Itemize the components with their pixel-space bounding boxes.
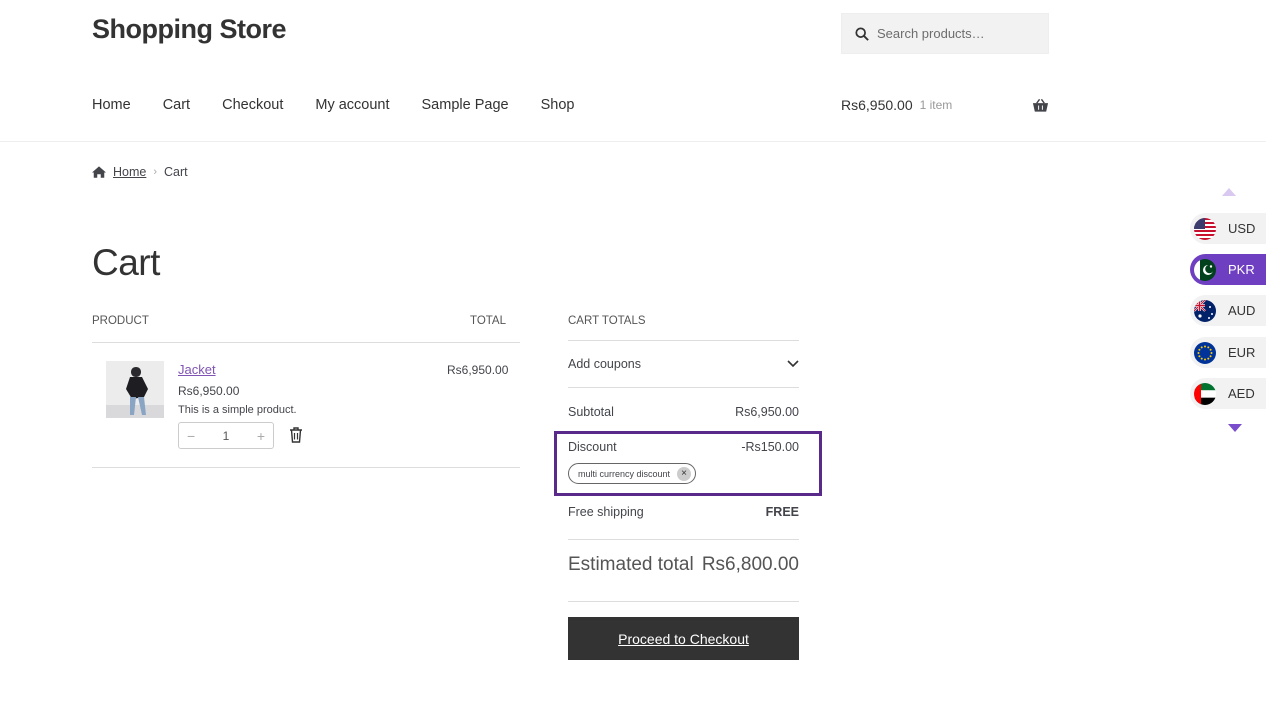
quantity-increase-button[interactable]: +	[257, 428, 265, 444]
add-coupons-label: Add coupons	[568, 357, 641, 371]
site-title[interactable]: Shopping Store	[92, 14, 286, 45]
currency-code: USD	[1228, 221, 1256, 236]
mini-cart-count: 1 item	[919, 98, 953, 112]
currency-item-aed[interactable]: AED	[1190, 378, 1266, 409]
subtotal-row: Subtotal Rs6,950.00	[568, 405, 799, 419]
chevron-up-icon[interactable]	[1222, 188, 1236, 196]
quantity-value[interactable]: 1	[223, 429, 230, 443]
nav-item-cart[interactable]: Cart	[163, 97, 190, 113]
discount-row: Discount -Rs150.00	[568, 440, 799, 454]
nav-item-home[interactable]: Home	[92, 97, 131, 113]
shipping-row: Free shipping FREE	[568, 505, 799, 519]
nav-item-shop[interactable]: Shop	[541, 97, 575, 113]
quantity-decrease-button[interactable]: −	[187, 428, 195, 444]
currency-item-eur[interactable]: EUR	[1190, 337, 1266, 368]
table-divider	[92, 467, 520, 468]
coupon-chip: multi currency discount ×	[568, 463, 697, 484]
estimated-total-label: Estimated total	[568, 554, 694, 575]
quantity-stepper[interactable]: − 1 +	[178, 422, 274, 449]
home-icon	[92, 166, 106, 178]
totals-divider	[568, 539, 799, 540]
product-line-total: Rs6,950.00	[447, 363, 509, 377]
breadcrumb-separator: ›	[153, 166, 158, 178]
estimated-total-value: Rs6,800.00	[701, 554, 799, 575]
chevron-down-icon[interactable]	[1228, 424, 1242, 432]
nav-item-checkout[interactable]: Checkout	[222, 97, 283, 113]
shipping-value: FREE	[765, 505, 799, 519]
currency-item-pkr[interactable]: PKR	[1190, 254, 1266, 285]
search-icon	[855, 26, 869, 41]
shipping-label: Free shipping	[568, 505, 644, 519]
nav-item-my-account[interactable]: My account	[315, 97, 389, 113]
header-divider	[0, 141, 1266, 142]
subtotal-label: Subtotal	[568, 405, 614, 419]
eu-flag-icon	[1194, 341, 1216, 364]
chevron-down-icon	[787, 360, 799, 368]
nav-item-sample-page[interactable]: Sample Page	[422, 97, 509, 113]
search-box[interactable]	[841, 13, 1049, 54]
discount-label: Discount	[568, 440, 617, 454]
currency-code: PKR	[1228, 262, 1255, 277]
product-name-link[interactable]: Jacket	[178, 362, 216, 377]
totals-divider	[568, 387, 799, 388]
product-thumbnail[interactable]	[106, 361, 164, 418]
product-price: Rs6,950.00	[178, 384, 240, 398]
table-divider	[92, 342, 520, 343]
estimated-total-row: Estimated total Rs6,800.00	[568, 554, 799, 576]
discount-value: -Rs150.00	[741, 440, 799, 454]
totals-divider	[568, 340, 799, 341]
breadcrumb: Home › Cart	[92, 165, 188, 179]
ae-flag-icon	[1194, 382, 1216, 405]
us-flag-icon	[1194, 217, 1216, 240]
cart-totals-heading: CART TOTALS	[568, 315, 646, 327]
currency-item-aud[interactable]: AUD	[1190, 295, 1266, 326]
primary-nav: Home Cart Checkout My account Sample Pag…	[92, 97, 606, 113]
trash-icon[interactable]	[289, 427, 303, 443]
currency-code: EUR	[1228, 345, 1256, 360]
breadcrumb-home-link[interactable]: Home	[113, 165, 146, 179]
au-flag-icon	[1194, 299, 1216, 322]
add-coupons-toggle[interactable]: Add coupons	[568, 357, 799, 371]
product-description: This is a simple product.	[178, 404, 297, 416]
coupon-chip-label: multi currency discount	[578, 468, 671, 479]
products-table-header: PRODUCT TOTAL	[92, 315, 506, 327]
remove-coupon-button[interactable]: ×	[677, 466, 692, 481]
basket-icon[interactable]	[1032, 98, 1049, 113]
mini-cart[interactable]: Rs6,950.00 1 item	[841, 97, 1049, 113]
subtotal-value: Rs6,950.00	[735, 405, 799, 419]
product-column-header: PRODUCT	[92, 315, 149, 327]
proceed-to-checkout-button[interactable]: Proceed to Checkout	[568, 617, 799, 660]
total-column-header: TOTAL	[470, 315, 506, 327]
currency-item-usd[interactable]: USD	[1190, 213, 1266, 244]
mini-cart-amount: Rs6,950.00	[841, 97, 913, 113]
totals-divider	[568, 601, 799, 602]
pk-flag-icon	[1194, 258, 1216, 281]
currency-code: AUD	[1228, 303, 1256, 318]
breadcrumb-current: Cart	[164, 165, 188, 179]
currency-code: AED	[1228, 386, 1255, 401]
page-title: Cart	[92, 242, 160, 283]
search-input[interactable]	[877, 26, 1037, 41]
